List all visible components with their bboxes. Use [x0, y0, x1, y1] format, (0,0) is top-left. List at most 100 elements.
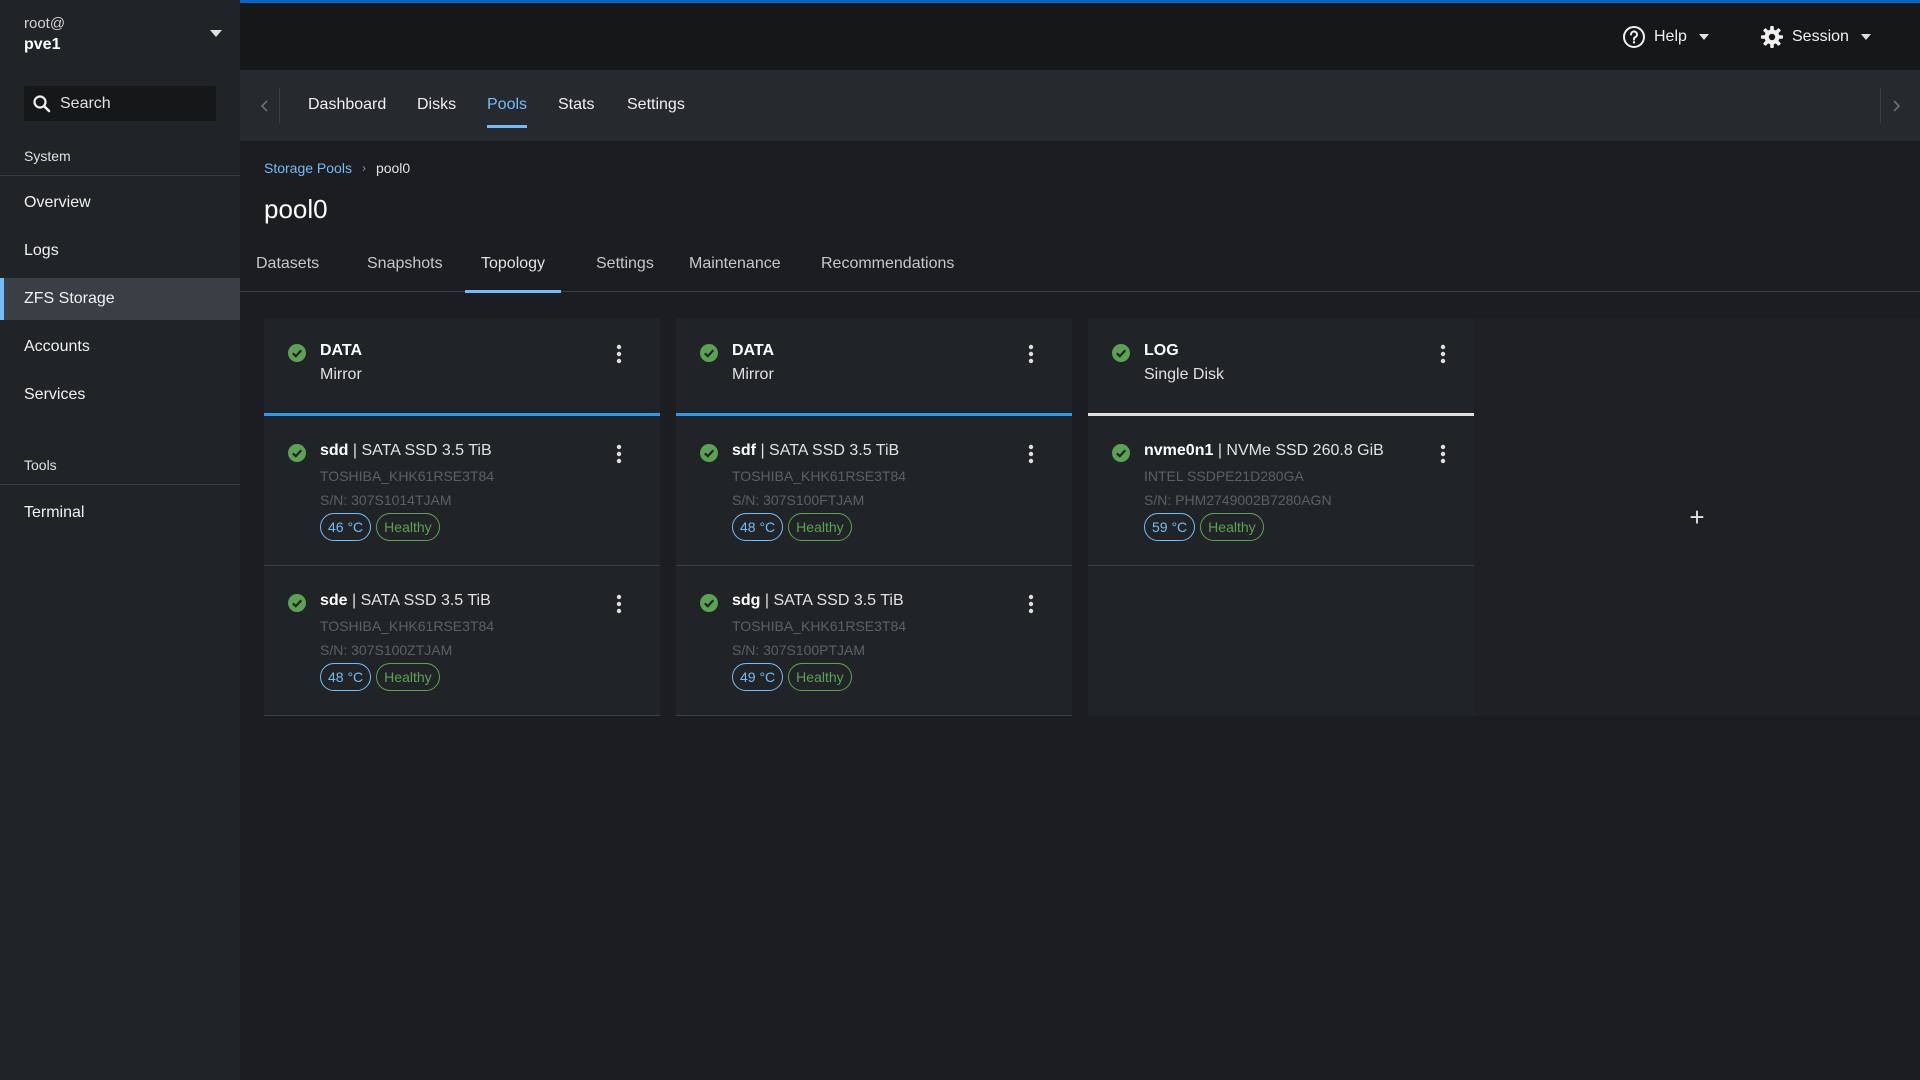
- check-circle-icon: [288, 594, 306, 612]
- disk-serial: S/N: 307S100ZTJAM: [320, 642, 453, 658]
- plus-icon: +: [1689, 501, 1705, 532]
- nav-divider: [0, 484, 240, 485]
- caret-down-icon: [210, 30, 222, 37]
- disk-title: nvme0n1 | NVMe SSD 260.8 GiB: [1144, 442, 1384, 460]
- check-circle-icon: [288, 444, 306, 462]
- disk-serial: S/N: 307S100FTJAM: [732, 492, 865, 508]
- sidebar-item-services[interactable]: Services: [0, 374, 240, 416]
- disk-serial: S/N: 307S1014TJAM: [320, 492, 452, 508]
- tab-pools[interactable]: Pools: [487, 92, 528, 142]
- chevron-right-icon: ›: [361, 161, 366, 175]
- disk-description: | SATA SSD 3.5 TiB: [352, 592, 491, 609]
- disk-model: TOSHIBA_KHK61RSE3T84: [320, 468, 495, 484]
- gear-icon: [1761, 26, 1783, 48]
- nav-divider: [0, 175, 240, 176]
- help-icon: [1623, 26, 1645, 48]
- search-input[interactable]: Search: [24, 86, 216, 121]
- disk-badges: 59 °C Healthy: [1144, 513, 1269, 541]
- nav-section-system: System: [24, 148, 71, 164]
- sidebar-item-terminal[interactable]: Terminal: [0, 492, 240, 534]
- main-content: Storage Pools › pool0 pool0 Datasets Sna…: [240, 142, 1920, 1080]
- vdev-card: DATA Mirror sdf | SATA SSD 3.5 TiB TOSHI…: [676, 318, 1072, 716]
- kebab-icon[interactable]: [1028, 444, 1034, 464]
- host-name: pve1: [24, 36, 61, 53]
- tab-maintenance[interactable]: Maintenance: [673, 242, 797, 292]
- page-nav: Dashboard Disks Pools Stats Settings: [240, 70, 1920, 142]
- kebab-icon[interactable]: [616, 444, 622, 464]
- check-circle-icon: [1112, 344, 1130, 362]
- tab-snapshots[interactable]: Snapshots: [351, 242, 459, 292]
- caret-down-icon: [1860, 34, 1871, 40]
- vdev-layout: Single Disk: [1144, 366, 1225, 383]
- disk-description: | SATA SSD 3.5 TiB: [352, 442, 492, 459]
- vdev-layout: Mirror: [732, 366, 774, 383]
- topology-grid: DATA Mirror sdd | SATA SSD 3.5 TiB TOSHI…: [264, 318, 1920, 718]
- host-switcher[interactable]: root@ pve1: [0, 0, 240, 70]
- disk-item: nvme0n1 | NVMe SSD 260.8 GiB INTEL SSDPE…: [1088, 416, 1484, 566]
- tab-stats[interactable]: Stats: [558, 92, 594, 142]
- disk-title: sde | SATA SSD 3.5 TiB: [320, 592, 491, 610]
- health-badge: Healthy: [376, 663, 440, 691]
- kebab-icon[interactable]: [616, 594, 622, 614]
- tab-pool-settings[interactable]: Settings: [580, 242, 670, 292]
- vdev-layout: Mirror: [320, 366, 362, 383]
- sidebar-item-accounts[interactable]: Accounts: [0, 326, 240, 368]
- disk-model: TOSHIBA_KHK61RSE3T84: [320, 618, 495, 634]
- scroll-left-button[interactable]: [250, 88, 280, 124]
- health-badge: Healthy: [1200, 513, 1264, 541]
- disk-item: sdf | SATA SSD 3.5 TiB TOSHIBA_KHK61RSE3…: [676, 416, 1072, 566]
- disk-badges: 48 °C Healthy: [320, 663, 445, 691]
- add-vdev-button[interactable]: +: [1474, 318, 1920, 716]
- kebab-icon[interactable]: [1028, 344, 1034, 364]
- tab-settings[interactable]: Settings: [627, 92, 685, 142]
- help-menu-button[interactable]: Help: [1622, 21, 1709, 53]
- disk-model: INTEL SSDPE21D280GA: [1144, 468, 1304, 484]
- disk-item: sde | SATA SSD 3.5 TiB TOSHIBA_KHK61RSE3…: [264, 566, 660, 716]
- page-title: pool0: [264, 194, 328, 224]
- check-circle-icon: [700, 444, 718, 462]
- check-circle-icon: [288, 344, 306, 362]
- disk-title: sdg | SATA SSD 3.5 TiB: [732, 592, 904, 610]
- disk-item: sdg | SATA SSD 3.5 TiB TOSHIBA_KHK61RSE3…: [676, 566, 1072, 716]
- sidebar-item-zfs-storage[interactable]: ZFS Storage: [0, 278, 240, 320]
- help-label: Help: [1654, 28, 1687, 45]
- disk-description: | SATA SSD 3.5 TiB: [760, 442, 900, 459]
- tab-disks[interactable]: Disks: [417, 92, 456, 142]
- pool-tabs: Datasets Snapshots Topology Settings Mai…: [240, 242, 1920, 293]
- health-badge: Healthy: [376, 513, 440, 541]
- nav-section-tools: Tools: [24, 457, 57, 473]
- vdev-header: LOG Single Disk: [1088, 318, 1484, 416]
- breadcrumb-current: pool0: [375, 160, 411, 176]
- disk-description: | SATA SSD 3.5 TiB: [764, 592, 904, 609]
- health-badge: Healthy: [788, 513, 852, 541]
- kebab-icon[interactable]: [616, 344, 622, 364]
- disk-model: TOSHIBA_KHK61RSE3T84: [732, 618, 907, 634]
- disk-name: sdf: [732, 442, 756, 459]
- kebab-icon[interactable]: [1440, 344, 1446, 364]
- tab-recommendations[interactable]: Recommendations: [805, 242, 970, 292]
- disk-serial: S/N: 307S100PTJAM: [732, 642, 866, 658]
- tab-topology[interactable]: Topology: [465, 242, 562, 293]
- kebab-icon[interactable]: [1440, 444, 1446, 464]
- temperature-badge: 59 °C: [1144, 513, 1196, 541]
- temperature-badge: 48 °C: [732, 513, 784, 541]
- disk-badges: 46 °C Healthy: [320, 513, 445, 541]
- check-circle-icon: [1112, 444, 1130, 462]
- temperature-badge: 46 °C: [320, 513, 372, 541]
- tab-datasets[interactable]: Datasets: [240, 242, 335, 292]
- tab-dashboard[interactable]: Dashboard: [308, 92, 386, 142]
- sidebar: root@ pve1 Search System Overview Logs Z…: [0, 0, 240, 1080]
- scroll-right-button[interactable]: [1880, 88, 1910, 124]
- disk-badges: 49 °C Healthy: [732, 663, 857, 691]
- disk-name: sdg: [732, 592, 761, 609]
- session-menu-button[interactable]: Session: [1760, 21, 1871, 53]
- sidebar-item-overview[interactable]: Overview: [0, 182, 240, 224]
- disk-item: sdd | SATA SSD 3.5 TiB TOSHIBA_KHK61RSE3…: [264, 416, 660, 566]
- disk-name: sdd: [320, 442, 349, 459]
- breadcrumb-link-storage-pools[interactable]: Storage Pools: [264, 160, 352, 176]
- sidebar-item-logs[interactable]: Logs: [0, 230, 240, 272]
- kebab-icon[interactable]: [1028, 594, 1034, 614]
- vdev-card: LOG Single Disk nvme0n1 | NVMe SSD 260.8…: [1088, 318, 1484, 716]
- disk-serial: S/N: PHM2749002B7280AGN: [1144, 492, 1332, 508]
- session-label: Session: [1792, 28, 1849, 45]
